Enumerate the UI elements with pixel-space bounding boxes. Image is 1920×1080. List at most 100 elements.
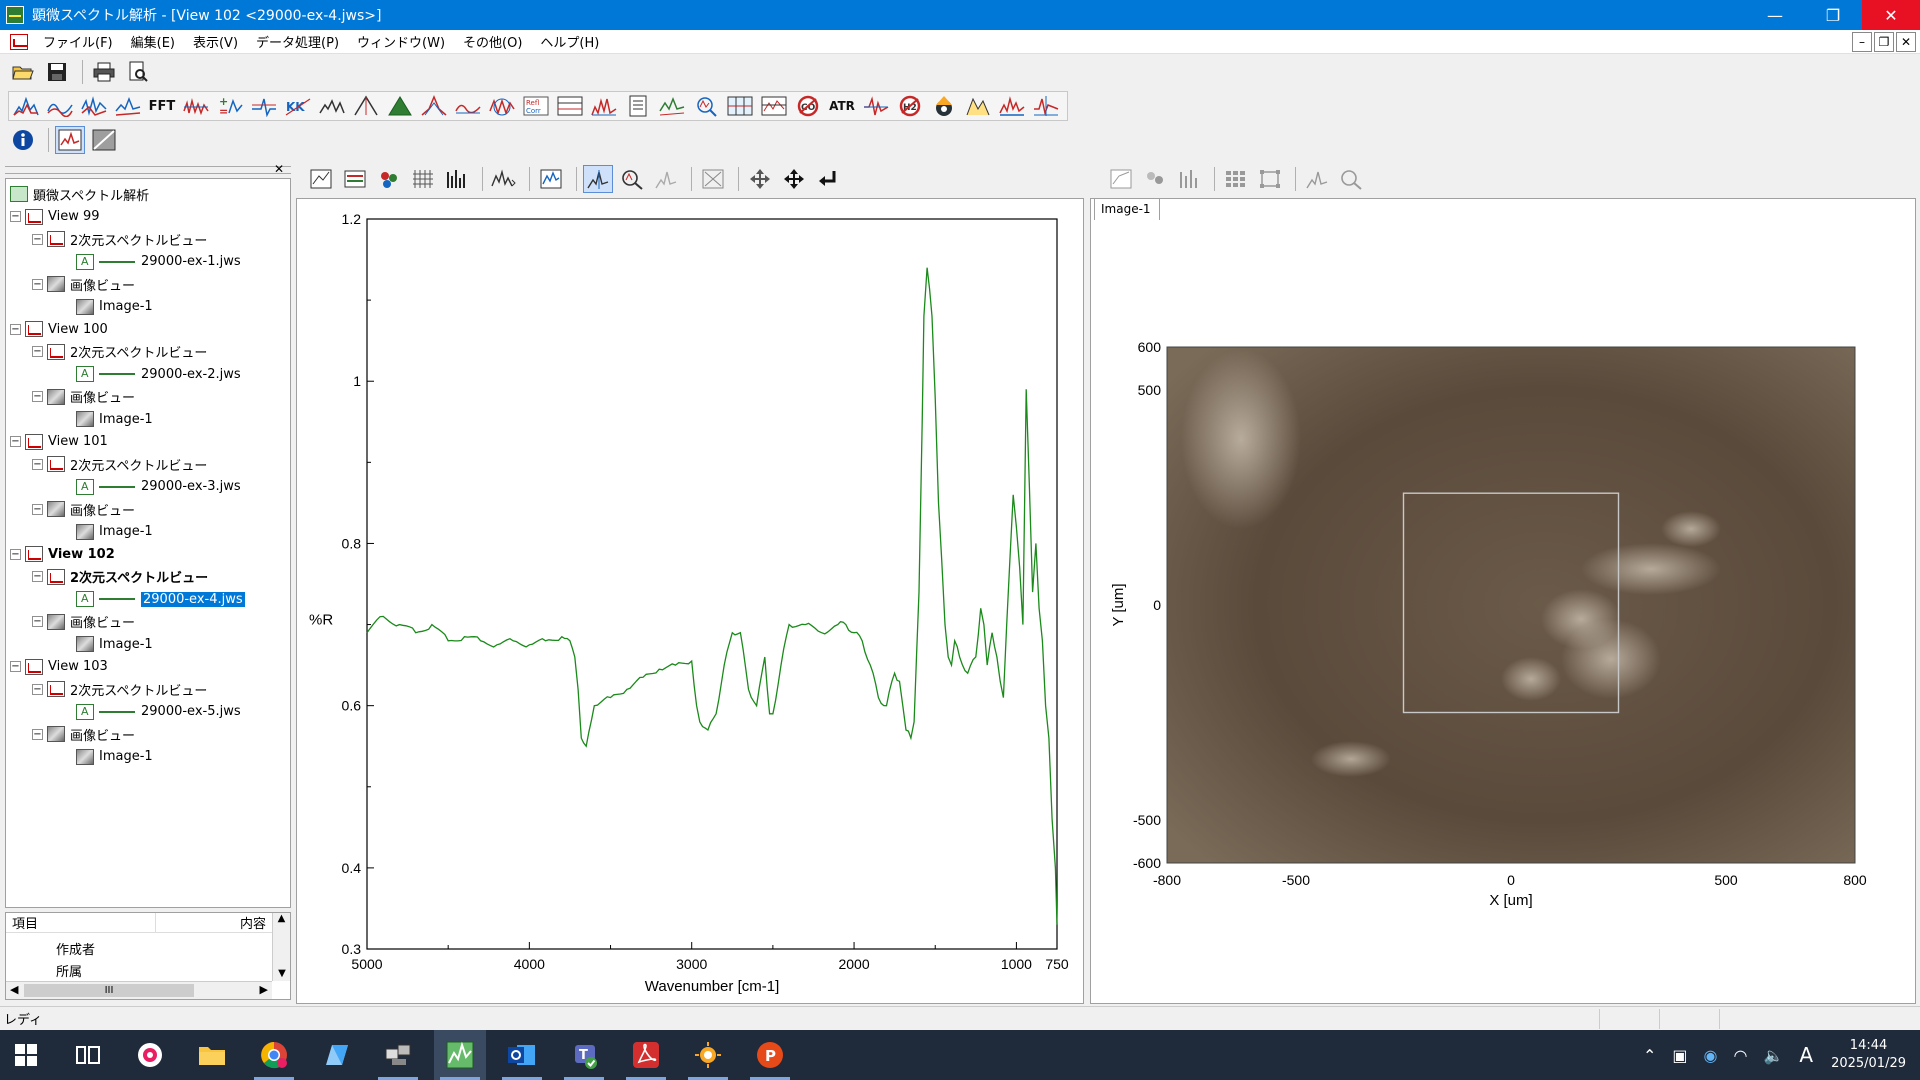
peak-area-icon[interactable] [385,92,415,120]
menu-help[interactable]: ヘルプ(H) [531,32,608,51]
peak-height-icon[interactable] [351,92,381,120]
tree-image-node[interactable]: Image-1 [10,746,286,769]
tree-spectrum-view-node[interactable]: − 2次元スペクトルビュー [10,678,286,701]
color-icon[interactable] [374,165,404,193]
tree-collapse-icon[interactable]: − [32,346,43,358]
powerpoint-icon[interactable]: P [744,1030,796,1080]
baseline-icon[interactable] [113,92,143,120]
image-view-mode-icon[interactable] [89,126,119,154]
derivative-icon[interactable] [79,92,109,120]
tree-file-node[interactable]: 29000-ex-2.jws [10,363,286,386]
measure-icon[interactable] [651,165,681,193]
mdi-child-icon[interactable] [10,33,28,50]
image-zoom-icon[interactable] [1336,165,1366,193]
spectrum-frame-icon[interactable] [536,165,566,193]
menu-file[interactable]: ファイル(F) [34,32,122,51]
chrome-icon[interactable] [248,1030,300,1080]
tree-collapse-icon[interactable]: − [32,683,43,695]
teams-icon[interactable]: T [558,1030,610,1080]
panel-close-icon[interactable]: ✕ [274,162,284,176]
menu-edit[interactable]: 編集(E) [122,32,184,51]
zoom-icon[interactable] [617,165,647,193]
tray-spectra-icon[interactable]: ◉ [1704,1046,1718,1065]
grid-table-icon[interactable] [725,92,755,120]
wifi-icon[interactable]: ◠ [1733,1046,1747,1065]
print-preview-icon[interactable] [123,58,153,86]
tree-view-node[interactable]: − View 99 [10,206,286,229]
tree-image-node[interactable]: Image-1 [10,296,286,319]
tree-image-node[interactable]: Image-1 [10,408,286,431]
tree-collapse-icon[interactable]: − [32,458,43,470]
mdi-restore-button[interactable]: ❐ [1874,32,1894,52]
tray-app-icon[interactable]: ▣ [1672,1046,1687,1065]
tree-collapse-icon[interactable]: − [32,278,43,290]
camera-app-icon[interactable] [124,1030,176,1080]
tree-collapse-icon[interactable]: − [32,728,43,740]
start-button[interactable] [0,1030,52,1080]
tree-collapse-icon[interactable]: − [10,548,21,560]
image-grid-icon[interactable] [1221,165,1251,193]
search-spectrum-icon[interactable] [657,92,687,120]
tree-collapse-icon[interactable]: − [32,571,43,583]
menu-other[interactable]: その他(O) [454,32,531,51]
tree-spectrum-view-node[interactable]: − 2次元スペクトルビュー [10,341,286,364]
tree-view-node[interactable]: − View 101 [10,431,286,454]
tree-file-node[interactable]: 29000-ex-3.jws [10,476,286,499]
tree-image-view-node[interactable]: − 画像ビュー [10,386,286,409]
image-chart[interactable]: -800 -500 0 500 800 600 500 0 -500 -600 X [um] Y [u… [1091,199,1915,1003]
ime-icon[interactable]: A [1799,1043,1813,1067]
axis-settings-icon[interactable] [306,165,336,193]
clock[interactable]: 14:44 2025/01/29 [1831,1037,1906,1073]
viewer-app-icon[interactable] [682,1030,734,1080]
peak-label-icon[interactable] [489,165,519,193]
atr-correction-icon[interactable]: Refl Corr [521,92,551,120]
data-correction-icon[interactable] [487,92,517,120]
acrobat-icon[interactable] [620,1030,672,1080]
app-icon[interactable] [6,6,24,24]
tree-view-node[interactable]: − View 103 [10,656,286,679]
tree-image-node[interactable]: Image-1 [10,633,286,656]
tree-spectrum-view-node[interactable]: − 2次元スペクトルビュー [10,228,286,251]
tree-root[interactable]: 顕微スペクトル解析 [10,183,286,206]
tree-view-node[interactable]: − View 102 [10,543,286,566]
report-icon[interactable] [623,92,653,120]
smoothing-icon[interactable] [45,92,75,120]
atr-button[interactable]: ATR [827,92,857,120]
tree-collapse-icon[interactable]: − [10,323,21,335]
kk-transform-icon[interactable]: KK [283,92,313,120]
compare-table-icon[interactable] [759,92,789,120]
app-blue-icon[interactable] [310,1030,362,1080]
image-color-icon[interactable] [1140,165,1170,193]
restore-button[interactable]: ❐ [1804,0,1862,30]
pan-icon[interactable] [779,165,809,193]
grid-icon[interactable] [408,165,438,193]
scroll-thumb[interactable]: III [24,984,194,997]
table-icon[interactable] [555,92,585,120]
file-explorer-icon[interactable] [186,1030,238,1080]
tree-collapse-icon[interactable]: − [10,436,21,448]
tree-collapse-icon[interactable]: − [10,661,21,673]
minimize-button[interactable]: — [1746,0,1804,30]
volume-icon[interactable]: 🔈 [1763,1046,1783,1065]
bar-display-icon[interactable] [442,165,472,193]
cursor-peak-icon[interactable] [583,165,613,193]
close-button[interactable]: ✕ [1862,0,1920,30]
open-folder-icon[interactable] [8,58,38,86]
tree-collapse-icon[interactable]: − [32,391,43,403]
histogram-icon[interactable] [589,92,619,120]
tree-image-view-node[interactable]: − 画像ビュー [10,273,286,296]
scroll-down-icon[interactable]: ▼ [273,968,291,979]
tree-collapse-icon[interactable]: − [32,503,43,515]
tab-image-1[interactable]: Image-1 [1094,198,1160,220]
deconvolution-icon[interactable] [453,92,483,120]
normalize-icon[interactable] [1031,92,1061,120]
fit-all-icon[interactable] [698,165,728,193]
image-roi-icon[interactable] [1255,165,1285,193]
tree-view-node[interactable]: − View 100 [10,318,286,341]
tray-chevron-icon[interactable]: ⌃ [1643,1046,1656,1065]
fft-button[interactable]: FFT [147,92,177,120]
prop-row-affiliation[interactable]: 所属 [56,961,82,980]
tree-image-node[interactable]: Image-1 [10,521,286,544]
tree-collapse-icon[interactable]: − [32,233,43,245]
menu-view[interactable]: 表示(V) [184,32,247,51]
